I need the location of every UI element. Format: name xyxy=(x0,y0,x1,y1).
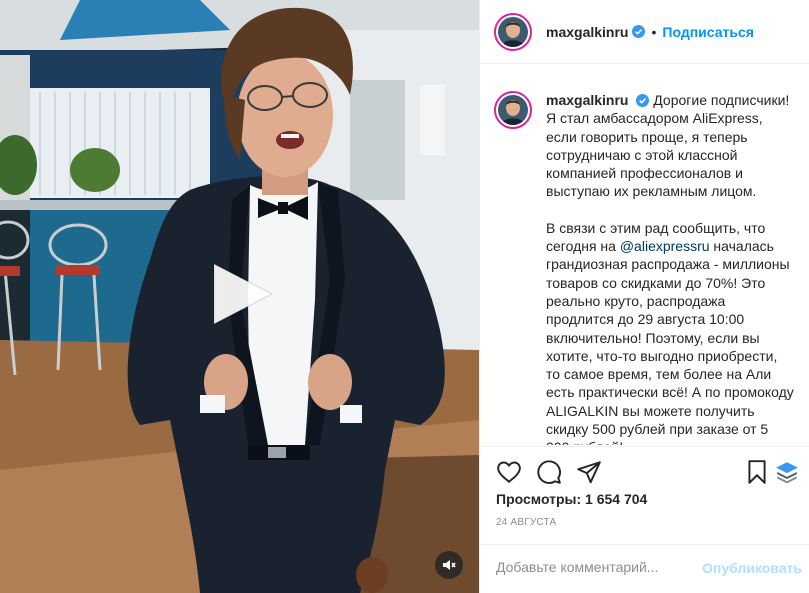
mute-button[interactable] xyxy=(435,551,463,579)
publish-button[interactable]: Опубликовать xyxy=(702,560,802,576)
video-player[interactable] xyxy=(0,0,479,593)
comment-input[interactable] xyxy=(496,559,686,575)
caption-paragraph-1: Дорогие подписчики! Я стал амбассадором … xyxy=(546,92,790,200)
avatar-image xyxy=(498,16,528,47)
paper-plane-icon[interactable] xyxy=(576,459,602,485)
heart-icon[interactable] xyxy=(496,459,522,485)
header-username[interactable]: maxgalkinru xyxy=(546,24,628,40)
action-bar xyxy=(480,446,809,494)
speaker-mute-icon xyxy=(443,560,456,570)
post-date: 24 АВГУСТА xyxy=(496,517,557,528)
verified-badge-icon xyxy=(632,25,646,38)
post-header: maxgalkinru • Подписаться xyxy=(480,0,809,64)
caption-section: maxgalkinru Дорогие подписчики! Я стал а… xyxy=(480,65,809,445)
post-panel: maxgalkinru • Подписаться maxgalkinru До… xyxy=(479,0,809,593)
caption-text: maxgalkinru Дорогие подписчики! Я стал а… xyxy=(546,91,794,445)
comment-bar: Опубликовать xyxy=(480,544,809,593)
views-count: Просмотры: 1 654 704 xyxy=(496,491,648,507)
avatar-image xyxy=(498,95,528,125)
play-button[interactable] xyxy=(210,262,274,326)
layers-icon[interactable] xyxy=(774,459,800,485)
separator-dot: • xyxy=(651,23,657,40)
avatar[interactable] xyxy=(494,12,532,51)
mention-link[interactable]: @aliexpressru xyxy=(620,238,710,254)
caption-avatar[interactable] xyxy=(494,91,532,129)
comment-icon[interactable] xyxy=(536,459,562,485)
follow-button[interactable]: Подписаться xyxy=(662,24,754,40)
bookmark-icon[interactable] xyxy=(744,459,770,485)
verified-badge-icon xyxy=(636,94,650,107)
caption-paragraph-2-end: началась грандиозная распродажа - миллио… xyxy=(546,238,794,445)
caption-username[interactable]: maxgalkinru xyxy=(546,92,628,108)
play-icon xyxy=(213,263,274,325)
